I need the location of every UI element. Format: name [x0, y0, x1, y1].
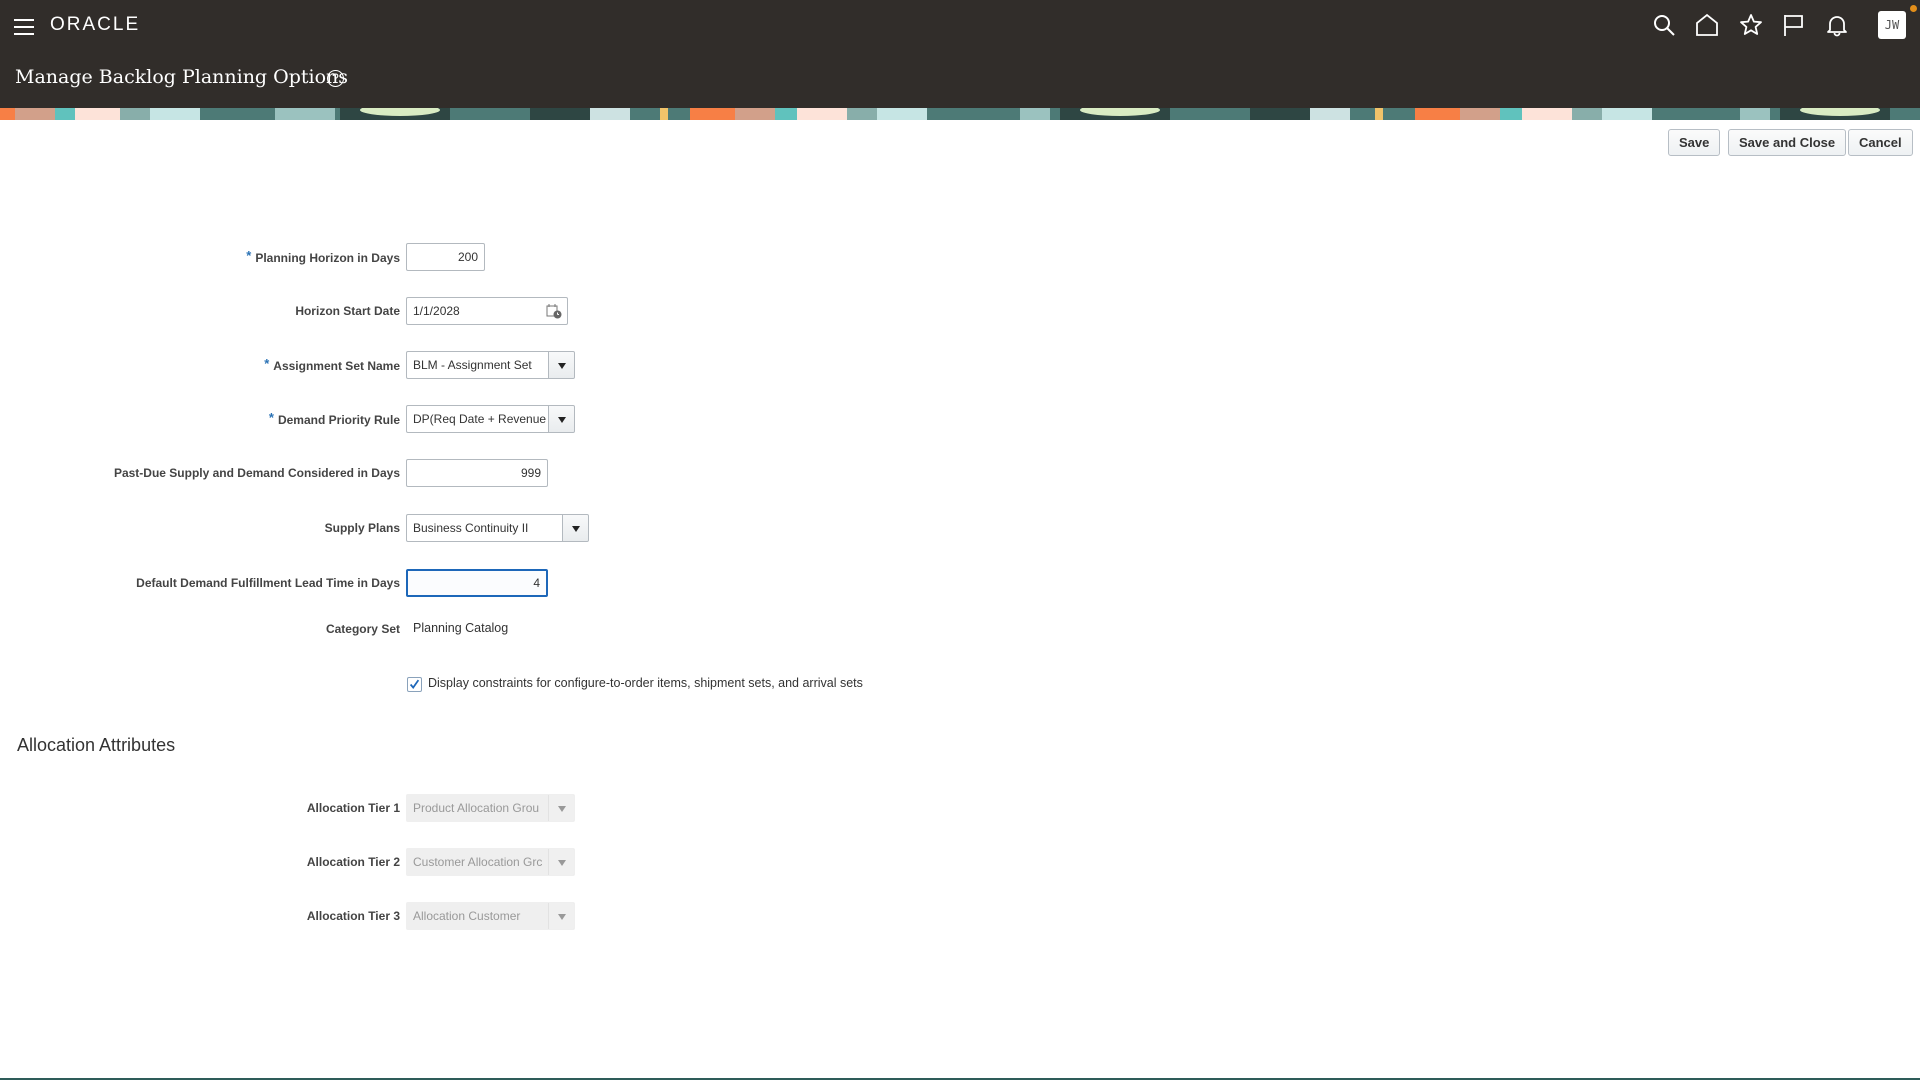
- default-lead-time-label: Default Demand Fulfillment Lead Time in …: [136, 576, 400, 590]
- display-constraints-checkbox[interactable]: [407, 677, 422, 692]
- horizon-start-date-label: Horizon Start Date: [295, 304, 400, 318]
- chevron-down-icon: [548, 903, 574, 929]
- allocation-tier-1-value: Product Allocation Grou: [413, 801, 540, 815]
- demand-priority-rule-label: * Demand Priority Rule: [268, 410, 400, 427]
- checkmark-icon: [409, 679, 420, 689]
- allocation-tier-2-value: Customer Allocation Grc: [413, 855, 543, 869]
- oracle-logo[interactable]: ORACLE: [50, 14, 140, 36]
- default-lead-time-input[interactable]: 4: [406, 569, 548, 597]
- category-set-label: Category Set: [325, 622, 400, 636]
- save-button[interactable]: Save: [1668, 129, 1721, 156]
- notifications-bell-icon[interactable]: [1825, 13, 1849, 37]
- required-icon: *: [268, 410, 274, 425]
- chevron-down-icon[interactable]: [562, 515, 588, 541]
- demand-priority-rule-value: DP(Req Date + Revenue: [413, 412, 547, 426]
- allocation-tier-2-select: Customer Allocation Grc: [406, 848, 575, 876]
- menu-icon[interactable]: [14, 19, 34, 35]
- global-header: ORACLE Manage Backlog Planning Options ?…: [0, 0, 1920, 108]
- flag-icon[interactable]: [1782, 13, 1806, 37]
- horizon-start-date-input[interactable]: 1/1/2028: [406, 297, 568, 325]
- save-and-close-button[interactable]: Save and Close: [1728, 129, 1847, 156]
- assignment-set-name-label: * Assignment Set Name: [264, 356, 400, 373]
- required-icon: *: [264, 356, 270, 371]
- display-constraints-label[interactable]: Display constraints for configure-to-ord…: [428, 676, 863, 690]
- past-due-label: Past-Due Supply and Demand Considered in…: [113, 466, 400, 480]
- chevron-down-icon: [548, 795, 574, 821]
- allocation-tier-1-label: Allocation Tier 1: [306, 801, 400, 815]
- allocation-tier-3-value: Allocation Customer: [413, 909, 521, 923]
- allocation-tier-1-select: Product Allocation Grou: [406, 794, 575, 822]
- allocation-attributes-heading: Allocation Attributes: [17, 735, 176, 755]
- category-set-value: Planning Catalog: [413, 621, 509, 635]
- past-due-input[interactable]: 999: [406, 459, 548, 487]
- user-avatar[interactable]: JW: [1878, 11, 1906, 39]
- search-icon[interactable]: [1652, 13, 1676, 37]
- chevron-down-icon: [548, 849, 574, 875]
- calendar-icon[interactable]: [546, 303, 562, 319]
- required-icon: *: [246, 248, 252, 263]
- assignment-set-name-select[interactable]: BLM - Assignment Set: [406, 351, 575, 379]
- decorative-banner: [0, 108, 1920, 120]
- allocation-tier-3-select: Allocation Customer: [406, 902, 575, 930]
- supply-plans-label: Supply Plans: [324, 521, 400, 535]
- home-icon[interactable]: [1695, 13, 1719, 37]
- planning-horizon-input[interactable]: 200: [406, 243, 485, 271]
- planning-horizon-label: * Planning Horizon in Days: [246, 248, 400, 265]
- chevron-down-icon[interactable]: [548, 406, 574, 432]
- page-title: Manage Backlog Planning Options: [15, 66, 349, 88]
- supply-plans-select[interactable]: Business Continuity II: [406, 514, 589, 542]
- notification-dot: [1910, 5, 1917, 12]
- favorites-star-icon[interactable]: [1739, 13, 1763, 37]
- demand-priority-rule-select[interactable]: DP(Req Date + Revenue: [406, 405, 575, 433]
- chevron-down-icon[interactable]: [548, 352, 574, 378]
- allocation-tier-3-label: Allocation Tier 3: [306, 909, 400, 923]
- help-icon[interactable]: ?: [327, 70, 344, 87]
- assignment-set-name-value: BLM - Assignment Set: [413, 358, 532, 372]
- supply-plans-value: Business Continuity II: [413, 521, 529, 535]
- cancel-button[interactable]: Cancel: [1848, 129, 1913, 156]
- allocation-tier-2-label: Allocation Tier 2: [306, 855, 400, 869]
- horizon-start-date-value: 1/1/2028: [413, 304, 460, 318]
